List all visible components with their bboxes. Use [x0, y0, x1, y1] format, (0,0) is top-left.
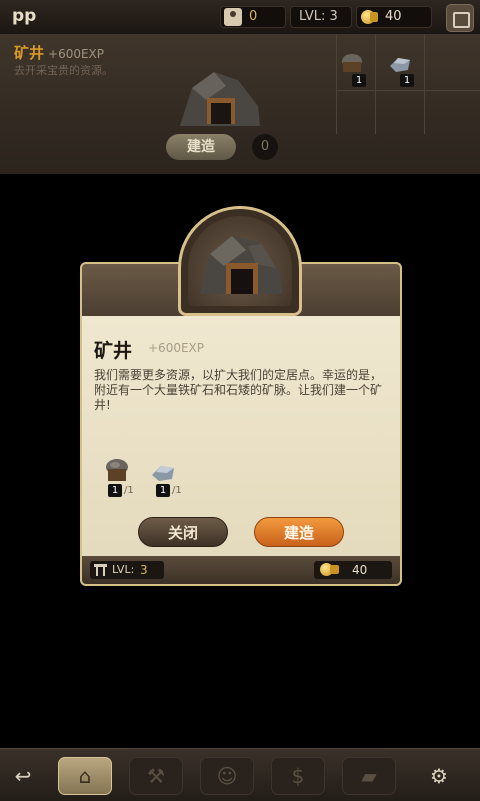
stone-icon [106, 459, 128, 481]
money-icon[interactable]: $ [271, 757, 325, 795]
level-icon [94, 564, 107, 576]
dialog-exp: +600EXP [148, 341, 204, 355]
bg-build-count: 0 [252, 134, 278, 160]
mine-icon [200, 236, 282, 294]
build-button[interactable]: 建造 [254, 517, 344, 547]
settings-icon[interactable]: ⚙ [426, 763, 452, 789]
bottom-toolbar: ↩ ⌂ ⚒ ☺ $ ▰ ⚙ [0, 748, 480, 801]
iron-icon [152, 466, 174, 481]
required-level-value: 3 [140, 563, 148, 577]
bg-building-title: 矿井 +600EXP [14, 44, 105, 62]
back-icon[interactable]: ↩ [10, 763, 36, 789]
stone-have: 1 [108, 484, 122, 497]
coin-value: 40 [385, 9, 402, 24]
build-cost-value: 40 [352, 563, 368, 577]
coin-counter: 40 [356, 6, 432, 28]
bg-stone-count: 1 [352, 74, 366, 87]
resource-icon[interactable]: ▰ [342, 757, 396, 795]
dialog-description: 我们需要更多资源，以扩大我们的定居点。幸运的是，附近有一个大量铁矿石和石矮的矿脉… [94, 368, 383, 412]
build-cost: 40 [314, 561, 392, 579]
bg-building-desc: 去开采宝贵的资源。 [14, 64, 113, 77]
required-level: LVL: 3 [90, 561, 164, 579]
level-value: LVL: 3 [299, 9, 338, 24]
dialog-title: 矿井 [94, 340, 133, 362]
bg-build-button[interactable]: 建造 [166, 134, 236, 160]
player-name: pp [12, 6, 37, 26]
level-counter: LVL: 3 [290, 6, 352, 28]
mine-thumbnail [180, 72, 260, 126]
population-value: 0 [249, 9, 258, 24]
iron-icon [390, 58, 410, 72]
worker-icon[interactable]: ☺ [200, 757, 254, 795]
building-list-panel: 矿井 +600EXP 去开采宝贵的资源。 1 1 建造 0 [0, 34, 480, 174]
stone-icon [342, 54, 362, 72]
iron-need: /1 [172, 485, 182, 496]
stone-need: /1 [124, 485, 134, 496]
bg-iron-count: 1 [400, 74, 414, 87]
house-icon[interactable]: ⌂ [58, 757, 112, 795]
backpack-icon[interactable] [446, 4, 474, 32]
hammer-icon[interactable]: ⚒ [129, 757, 183, 795]
iron-have: 1 [156, 484, 170, 497]
top-bar: pp 0 LVL: 3 40 [0, 0, 480, 35]
close-button[interactable]: 关闭 [138, 517, 228, 547]
population-counter: 0 [220, 6, 286, 28]
person-icon [224, 8, 242, 26]
